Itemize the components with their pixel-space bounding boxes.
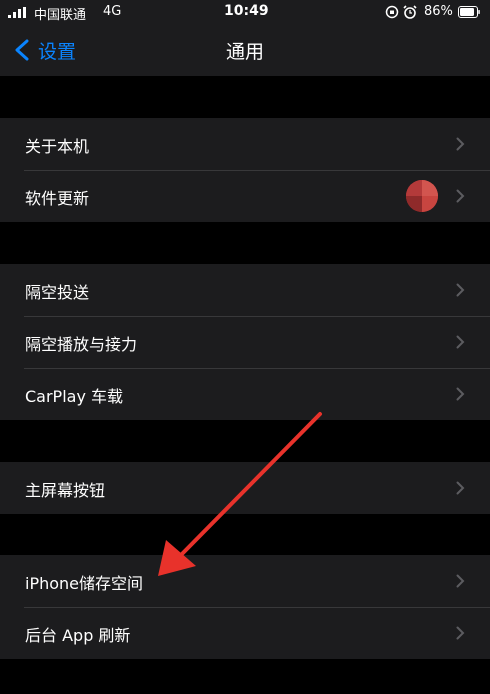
row-label: 隔空播放与接力 [25,335,138,354]
chevron-right-icon [456,335,465,349]
settings-group-about: 关于本机 软件更新 [0,118,490,222]
chevron-right-icon [456,283,465,297]
row-label: 主屏幕按钮 [25,481,106,500]
settings-group-continuity: 隔空投送 隔空播放与接力 CarPlay 车载 [0,264,490,420]
status-icons [385,4,417,19]
row-label: iPhone储存空间 [25,574,144,593]
row-home-button[interactable]: 主屏幕按钮 [0,462,490,514]
row-software-update[interactable]: 软件更新 [0,170,490,222]
navigation-bar: 设置 通用 [0,26,490,76]
chevron-right-icon [456,137,465,151]
carrier-label: 中国联通 [34,8,87,23]
chevron-right-icon [456,387,465,401]
row-airplay-handoff[interactable]: 隔空播放与接力 [0,316,490,368]
row-background-app-refresh[interactable]: 后台 App 刷新 [0,607,490,659]
status-time: 10:49 [224,3,269,19]
row-label: 后台 App 刷新 [25,626,131,645]
row-label: CarPlay 车载 [25,387,124,406]
row-airdrop[interactable]: 隔空投送 [0,264,490,316]
status-bar: 中国联通 4G 10:49 86% [0,0,490,26]
chevron-right-icon [456,574,465,588]
chevron-right-icon [456,189,465,203]
chevron-right-icon [456,481,465,495]
battery-icon [458,6,480,18]
row-label: 关于本机 [25,137,90,156]
chevron-right-icon [456,626,465,640]
settings-group-storage: iPhone储存空间 后台 App 刷新 [0,555,490,659]
row-iphone-storage[interactable]: iPhone储存空间 [0,555,490,607]
row-about[interactable]: 关于本机 [0,118,490,170]
signal-icon [8,7,26,18]
orientation-lock-icon [385,5,399,18]
row-carplay[interactable]: CarPlay 车载 [0,368,490,420]
update-badge [406,180,438,212]
page-title: 通用 [225,41,264,63]
alarm-icon [403,4,417,19]
network-type: 4G [103,4,122,19]
battery-percentage: 86% [424,4,453,19]
row-label: 软件更新 [25,189,90,208]
settings-group-home-button: 主屏幕按钮 [0,462,490,514]
row-label: 隔空投送 [25,283,90,302]
